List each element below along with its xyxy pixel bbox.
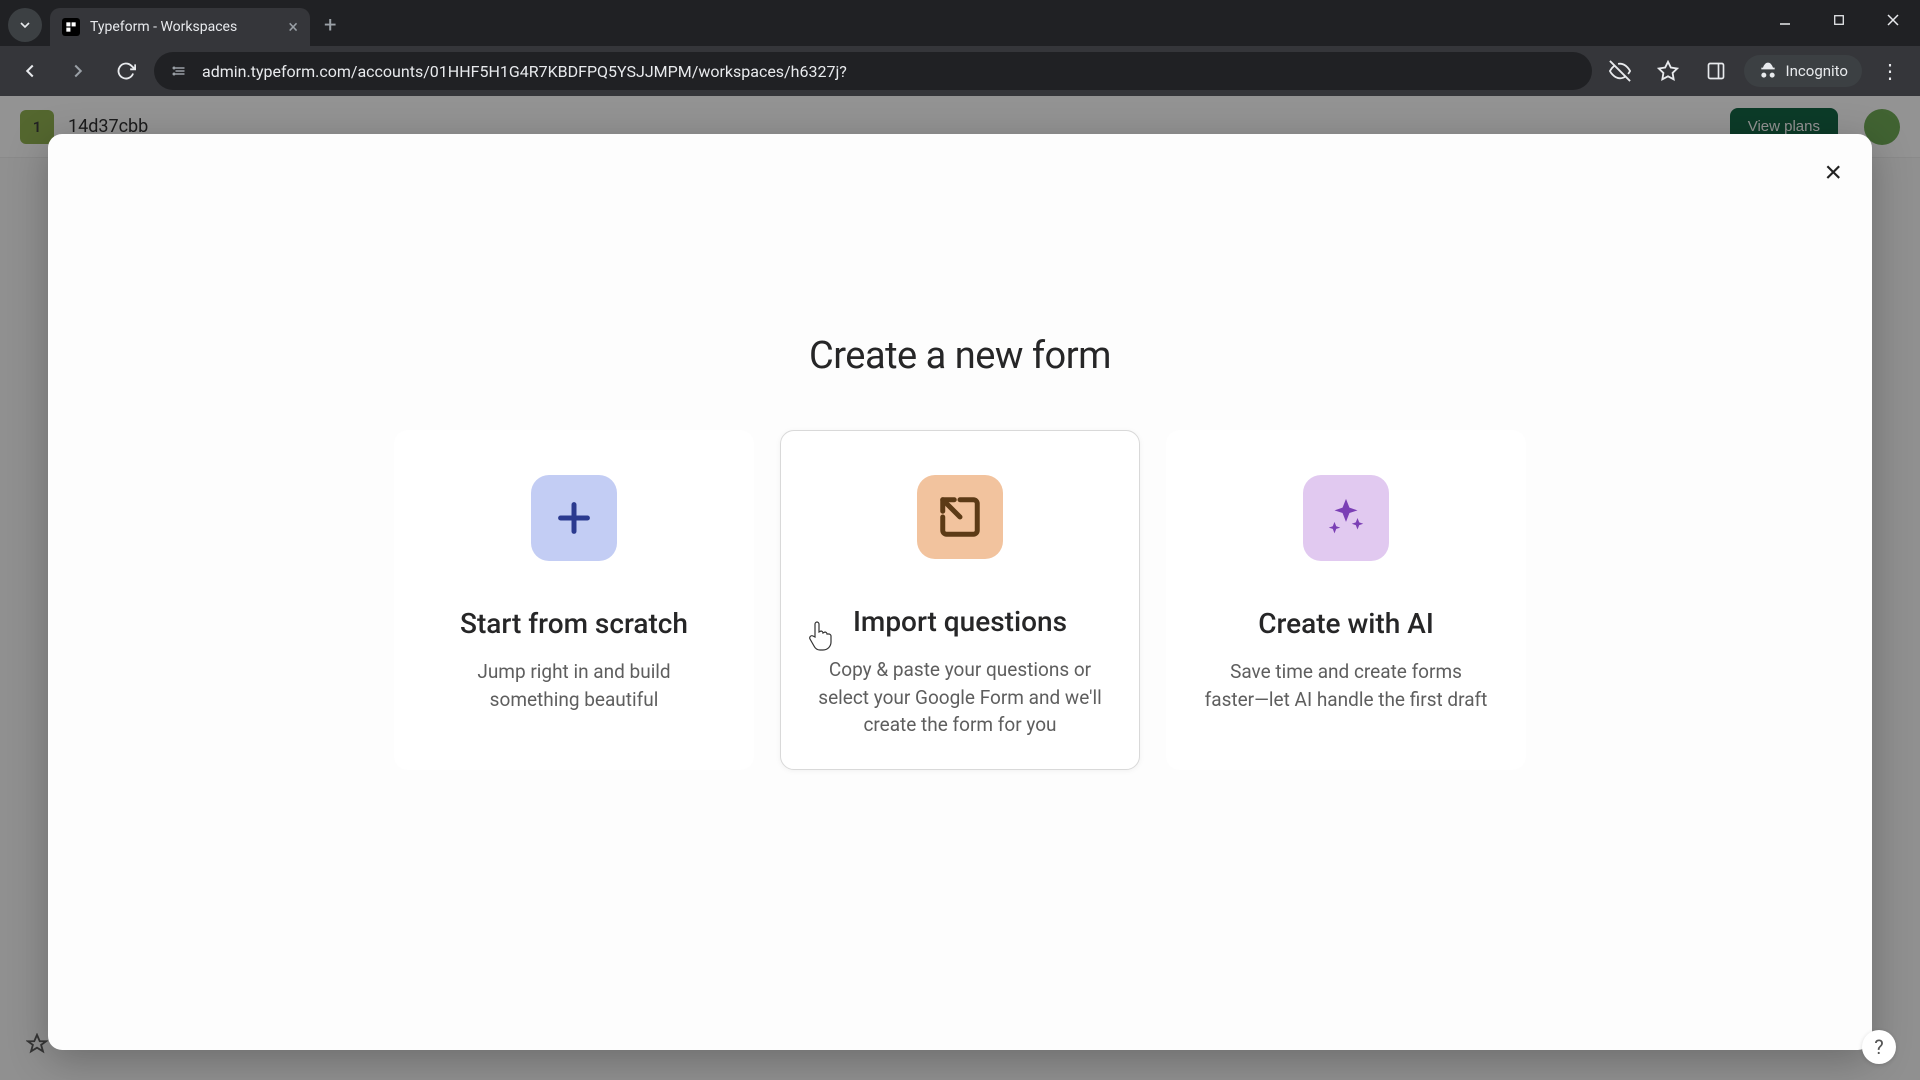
nav-reload-button[interactable]	[106, 51, 146, 91]
option-start-from-scratch[interactable]: Start from scratch Jump right in and bui…	[394, 430, 754, 770]
browser-frame: Typeform - Workspaces × + admin.typeform…	[0, 0, 1920, 1080]
tab-strip: Typeform - Workspaces × +	[0, 0, 1920, 46]
window-close-button[interactable]	[1866, 0, 1920, 40]
options-row: Start from scratch Jump right in and bui…	[394, 430, 1526, 770]
option-import-questions[interactable]: Import questions Copy & paste your quest…	[780, 430, 1140, 770]
chevron-down-icon	[17, 17, 33, 33]
app-viewport: 1 14d37cbb View plans Brand kit × Crea	[0, 96, 1920, 1080]
address-bar-row: admin.typeform.com/accounts/01HHF5H1G4R7…	[0, 46, 1920, 96]
option-title: Start from scratch	[460, 607, 688, 640]
option-desc: Save time and create forms faster—let AI…	[1203, 658, 1489, 713]
address-bar[interactable]: admin.typeform.com/accounts/01HHF5H1G4R7…	[154, 52, 1592, 90]
option-title: Create with AI	[1258, 607, 1434, 640]
option-desc: Jump right in and build something beauti…	[431, 658, 717, 713]
nav-forward-button[interactable]	[58, 51, 98, 91]
modal-close-button[interactable]: ×	[1824, 158, 1842, 188]
side-panel-icon[interactable]	[1696, 51, 1736, 91]
help-button[interactable]: ?	[1862, 1030, 1896, 1064]
option-create-with-ai[interactable]: Create with AI Save time and create form…	[1166, 430, 1526, 770]
import-icon	[917, 475, 1003, 559]
tab-search-button[interactable]	[8, 8, 42, 42]
url-text: admin.typeform.com/accounts/01HHF5H1G4R7…	[202, 62, 1576, 81]
incognito-badge[interactable]: Incognito	[1744, 55, 1862, 87]
tab-close-button[interactable]: ×	[288, 17, 298, 38]
window-maximize-button[interactable]	[1812, 0, 1866, 40]
sparkle-icon	[1303, 475, 1389, 561]
window-controls	[1758, 0, 1920, 40]
chrome-menu-button[interactable]: ⋮	[1870, 51, 1910, 91]
option-title: Import questions	[853, 605, 1067, 638]
incognito-label: Incognito	[1786, 62, 1848, 80]
nav-back-button[interactable]	[10, 51, 50, 91]
new-tab-button[interactable]: +	[324, 13, 336, 38]
incognito-icon	[1758, 61, 1778, 81]
tab-favicon	[62, 18, 80, 36]
create-form-modal: × Create a new form Start from scratch J…	[48, 134, 1872, 1050]
site-info-icon[interactable]	[170, 61, 190, 81]
window-minimize-button[interactable]	[1758, 0, 1812, 40]
option-desc: Copy & paste your questions or select yo…	[817, 656, 1103, 739]
bookmark-star-icon[interactable]	[1648, 51, 1688, 91]
plus-icon	[531, 475, 617, 561]
tab-title: Typeform - Workspaces	[90, 19, 278, 35]
modal-title: Create a new form	[809, 334, 1111, 378]
eye-off-icon[interactable]	[1600, 51, 1640, 91]
browser-tab[interactable]: Typeform - Workspaces ×	[50, 8, 310, 46]
